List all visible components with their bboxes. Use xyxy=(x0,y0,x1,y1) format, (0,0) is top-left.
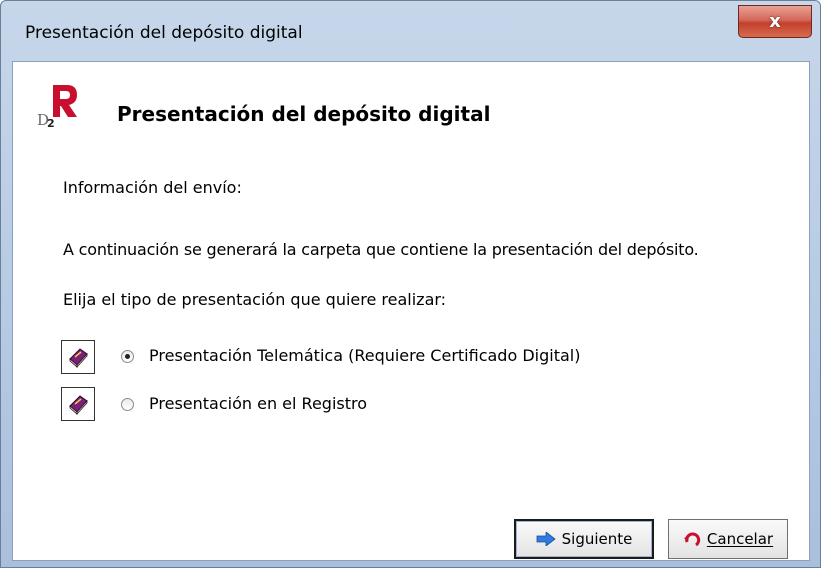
option-telematica-radio[interactable] xyxy=(121,350,134,363)
book-icon xyxy=(61,340,95,374)
title-bar[interactable]: Presentación del depósito digital x xyxy=(1,1,820,61)
cancel-button-label: Cancelar xyxy=(706,530,774,548)
dialog-window: Presentación del depósito digital x D 2 … xyxy=(0,0,821,568)
undo-icon xyxy=(683,530,701,548)
close-icon: x xyxy=(769,11,781,32)
cancel-button[interactable]: Cancelar xyxy=(668,519,788,559)
info-label: Información del envío: xyxy=(63,178,242,197)
option-registro-radio[interactable] xyxy=(121,398,134,411)
next-button[interactable]: Siguiente xyxy=(514,519,654,559)
dialog-content: D 2 Presentación del depósito digital In… xyxy=(12,61,810,561)
option-telematica-label[interactable]: Presentación Telemática (Requiere Certif… xyxy=(149,346,580,365)
dialog-heading: Presentación del depósito digital xyxy=(117,102,491,126)
description-text: A continuación se generará la carpeta qu… xyxy=(63,240,699,259)
option-registro-label[interactable]: Presentación en el Registro xyxy=(149,394,367,413)
svg-text:2: 2 xyxy=(47,117,55,127)
window-title: Presentación del depósito digital xyxy=(25,23,303,43)
book-icon xyxy=(61,387,95,421)
d2-logo: D 2 xyxy=(37,83,81,127)
next-button-label: Siguiente xyxy=(561,530,633,548)
arrow-right-icon xyxy=(536,532,556,546)
choose-type-text: Elija el tipo de presentación que quiere… xyxy=(63,290,447,309)
close-button[interactable]: x xyxy=(738,5,812,38)
